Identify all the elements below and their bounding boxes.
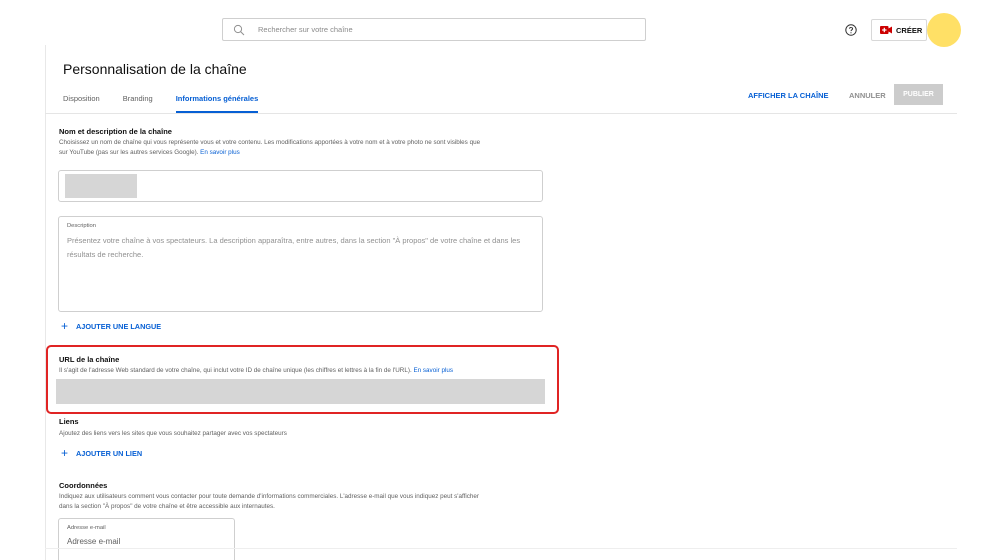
name-learn-more-link[interactable]: En savoir plus: [200, 149, 240, 156]
email-label: Adresse e-mail: [67, 525, 106, 531]
search-icon: [233, 24, 245, 35]
tab-disposition[interactable]: Disposition: [63, 91, 100, 113]
contact-description-line1: Indiquez aux utilisateurs comment vous c…: [59, 493, 480, 500]
contact-section-description: Indiquez aux utilisateurs comment vous c…: [59, 492, 559, 511]
description-label: Description: [67, 223, 96, 229]
plus-icon: +: [61, 319, 69, 333]
description-field[interactable]: Description Présentez votre chaîne à vos…: [58, 216, 543, 312]
tab-bar: Disposition Branding Informations généra…: [63, 91, 281, 113]
search-input[interactable]: Rechercher sur votre chaîne: [222, 18, 646, 41]
header-divider: [45, 113, 957, 114]
create-label: CRÉER: [896, 25, 923, 35]
url-section-description: Il s'agit de l'adresse Web standard de v…: [59, 366, 554, 376]
name-section-description: Choisissez un nom de chaîne qui vous rep…: [59, 138, 559, 157]
channel-url-redacted[interactable]: [56, 379, 545, 404]
avatar[interactable]: [927, 13, 961, 47]
links-section-description: Ajoutez des liens vers les sites que vou…: [59, 430, 287, 437]
url-section-title: URL de la chaîne: [59, 355, 120, 364]
tab-branding[interactable]: Branding: [123, 91, 153, 113]
bottom-divider: [45, 548, 957, 549]
publish-button[interactable]: PUBLIER: [894, 84, 943, 105]
search-placeholder: Rechercher sur votre chaîne: [258, 25, 353, 34]
video-camera-icon: [880, 26, 892, 34]
add-language-button[interactable]: + AJOUTER UNE LANGUE: [61, 319, 162, 333]
add-language-label: AJOUTER UNE LANGUE: [76, 321, 162, 331]
email-field[interactable]: Adresse e-mail Adresse e-mail: [58, 518, 235, 560]
name-section-description-line1: Choisissez un nom de chaîne qui vous rep…: [59, 139, 481, 146]
top-bar: Rechercher sur votre chaîne CRÉER: [0, 0, 1000, 58]
contact-description-line2: dans la section "À propos" de votre chaî…: [59, 502, 275, 510]
channel-name-redacted: [65, 174, 137, 198]
left-divider: [45, 45, 46, 560]
tab-general-info[interactable]: Informations générales: [175, 91, 259, 113]
url-description-text: Il s'agit de l'adresse Web standard de v…: [59, 367, 412, 374]
name-section-title: Nom et description de la chaîne: [59, 127, 172, 136]
cancel-button[interactable]: ANNULER: [849, 91, 886, 100]
email-placeholder: Adresse e-mail: [67, 537, 121, 546]
view-channel-button[interactable]: AFFICHER LA CHAÎNE: [748, 91, 829, 100]
page-title: Personnalisation de la chaîne: [63, 61, 247, 77]
links-section-title: Liens: [59, 417, 79, 426]
plus-icon: +: [61, 446, 69, 460]
description-placeholder: Présentez votre chaîne à vos spectateurs…: [67, 236, 521, 259]
url-learn-more-link[interactable]: En savoir plus: [413, 367, 453, 374]
add-link-button[interactable]: + AJOUTER UN LIEN: [61, 446, 143, 460]
create-button[interactable]: CRÉER: [871, 19, 927, 41]
name-section-description-line2: sur YouTube (pas sur les autres services…: [59, 148, 199, 156]
help-icon[interactable]: [845, 24, 857, 36]
contact-section-title: Coordonnées: [59, 481, 108, 490]
channel-name-field[interactable]: [58, 170, 543, 202]
add-link-label: AJOUTER UN LIEN: [76, 448, 143, 458]
